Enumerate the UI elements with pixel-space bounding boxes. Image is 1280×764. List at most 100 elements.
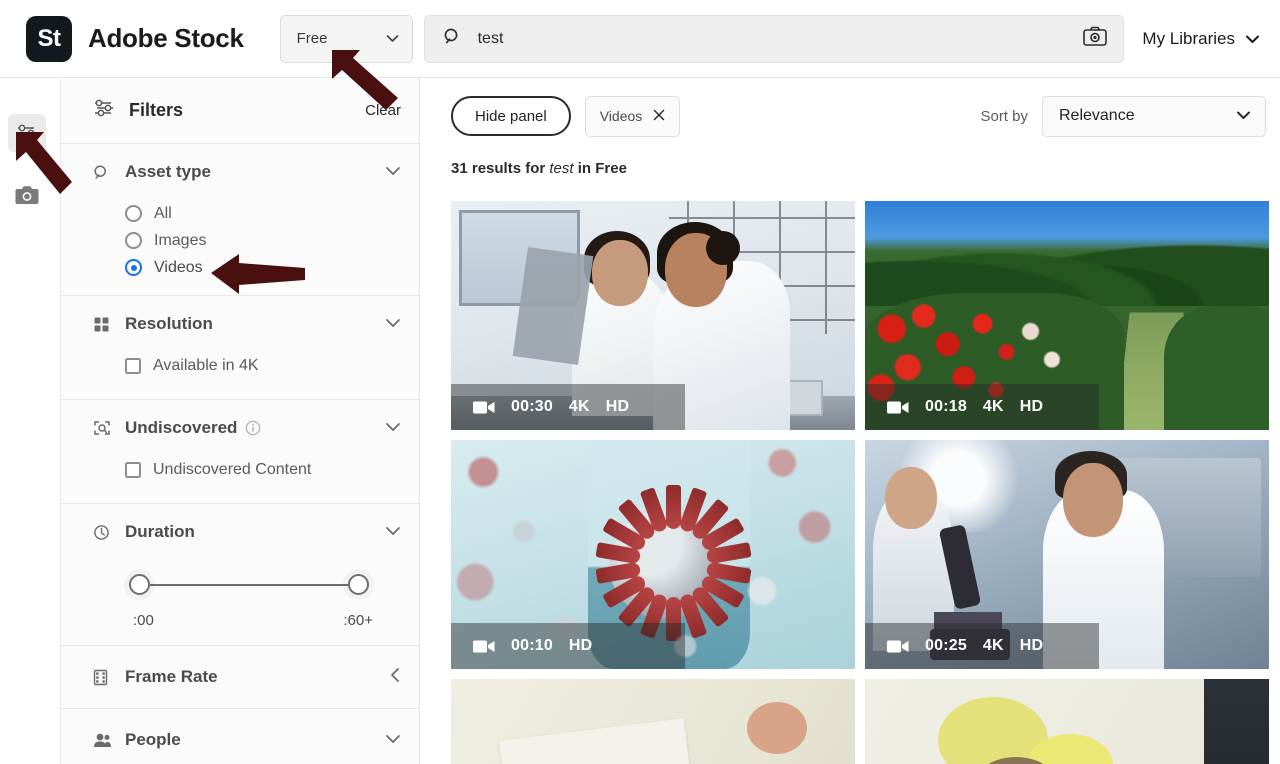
video-badge-strip: 00:30 4K HD xyxy=(451,384,686,430)
camera-search-icon[interactable] xyxy=(1082,26,1107,52)
result-card[interactable]: 00:30 4K HD xyxy=(451,201,855,430)
slider-handle-max[interactable] xyxy=(348,574,369,595)
filter-group-undiscovered: Undiscovered Undiscovered Content xyxy=(61,400,419,504)
rail-filters-button[interactable] xyxy=(8,114,46,152)
video-camera-icon xyxy=(473,639,495,654)
sort-by-label: Sort by xyxy=(980,107,1028,125)
sliders-icon xyxy=(93,98,115,123)
results-count-query: test xyxy=(549,160,574,177)
filter-group-duration: Duration :00 :60+ xyxy=(61,504,419,646)
result-card[interactable]: 00:18 4K HD xyxy=(865,201,1269,430)
film-icon xyxy=(93,669,115,686)
filters-panel-title: Filters xyxy=(129,100,184,120)
radio-asset-type-videos[interactable]: Videos xyxy=(125,254,401,281)
video-badge-hd: HD xyxy=(1019,398,1044,415)
sliders-icon xyxy=(18,124,36,142)
sort-control: Sort by Relevance xyxy=(980,95,1266,137)
result-card[interactable] xyxy=(865,679,1269,764)
thumbnail-image xyxy=(865,679,1269,764)
active-filter-chip-videos[interactable]: Videos xyxy=(584,95,681,137)
radio-label: Images xyxy=(154,231,207,249)
filter-group-resolution: Resolution Available in 4K xyxy=(61,296,419,400)
results-count: 31 results for test in Free xyxy=(421,154,1280,177)
filter-group-resolution-header[interactable]: Resolution xyxy=(93,296,401,352)
chevron-down-icon xyxy=(385,731,401,749)
hide-panel-button[interactable]: Hide panel xyxy=(451,96,571,136)
filter-group-asset-type: Asset type All Images Videos xyxy=(61,144,419,296)
chevron-down-icon xyxy=(385,523,401,541)
results-area: Hide panel Videos Sort by Relevance 31 r… xyxy=(421,78,1280,764)
chevron-down-icon xyxy=(385,163,401,181)
radio-indicator xyxy=(125,205,142,222)
my-libraries-menu[interactable]: My Libraries xyxy=(1142,29,1260,49)
filter-group-frame-rate: Frame Rate xyxy=(61,646,419,709)
license-filter-dropdown[interactable]: Free xyxy=(279,14,413,63)
search-box-icon xyxy=(93,420,115,437)
result-card[interactable]: 00:10 HD xyxy=(451,440,855,669)
slider-handle-min[interactable] xyxy=(129,574,150,595)
filter-group-label: People xyxy=(125,730,181,749)
license-filter-value: Free xyxy=(296,30,328,47)
result-card[interactable] xyxy=(451,679,855,764)
clear-filters-link[interactable]: Clear xyxy=(365,102,401,119)
video-badge-strip: 00:10 HD xyxy=(451,623,686,669)
left-icon-rail xyxy=(0,78,60,764)
clock-icon xyxy=(93,524,115,541)
search-input[interactable]: test xyxy=(478,30,1083,48)
checkbox-available-in-4k[interactable]: Available in 4K xyxy=(125,352,401,379)
filter-group-label: Frame Rate xyxy=(125,667,218,686)
thumbnail-image xyxy=(451,679,855,764)
video-camera-icon xyxy=(473,400,495,415)
filter-group-asset-type-header[interactable]: Asset type xyxy=(93,144,401,200)
filter-group-label: Resolution xyxy=(125,314,213,333)
video-duration: 00:30 xyxy=(511,398,553,415)
video-badge-hd: HD xyxy=(568,637,593,654)
duration-range-slider[interactable]: :00 :60+ xyxy=(93,560,401,629)
video-badge-hd: HD xyxy=(1019,637,1044,654)
top-header: St Adobe Stock Free test My Libraries xyxy=(0,0,1280,78)
duration-min-label: :00 xyxy=(133,612,154,629)
close-icon[interactable] xyxy=(653,108,665,124)
chevron-down-icon xyxy=(1236,107,1251,125)
radio-label: Videos xyxy=(154,258,203,276)
filter-group-frame-rate-header[interactable]: Frame Rate xyxy=(93,646,401,708)
radio-asset-type-all[interactable]: All xyxy=(125,200,401,227)
chip-label: Videos xyxy=(599,108,643,124)
slider-track[interactable] xyxy=(129,570,369,600)
radio-label: All xyxy=(154,204,172,222)
camera-icon xyxy=(15,186,39,204)
filter-group-duration-header[interactable]: Duration xyxy=(93,504,401,560)
filter-group-label: Undiscovered xyxy=(125,418,238,437)
sort-by-value: Relevance xyxy=(1059,107,1135,124)
video-badge-strip: 00:25 4K HD xyxy=(865,623,1100,669)
sort-by-dropdown[interactable]: Relevance xyxy=(1042,95,1266,137)
video-badge-hd: HD xyxy=(605,398,630,415)
checkbox-indicator xyxy=(125,357,141,374)
checkbox-undiscovered-content[interactable]: Undiscovered Content xyxy=(125,456,401,483)
checkbox-label: Available in 4K xyxy=(153,356,259,374)
search-bar[interactable]: test xyxy=(423,14,1124,63)
radio-indicator-selected xyxy=(125,259,142,276)
duration-max-label: :60+ xyxy=(343,612,373,629)
result-card[interactable]: 00:25 4K HD xyxy=(865,440,1269,669)
filters-panel-header: Filters Clear xyxy=(61,78,419,144)
video-badge-4k: 4K xyxy=(568,398,590,415)
results-grid: 00:30 4K HD 00:18 4K HD 00:10 HD 00:25 4… xyxy=(421,201,1280,764)
rail-camera-button[interactable] xyxy=(8,176,46,214)
checkbox-indicator xyxy=(125,461,141,478)
results-toolbar: Hide panel Videos Sort by Relevance xyxy=(421,78,1280,154)
radio-indicator xyxy=(125,232,142,249)
info-icon[interactable] xyxy=(245,420,261,436)
search-icon xyxy=(443,27,462,51)
chevron-down-icon xyxy=(385,315,401,333)
grid-icon xyxy=(93,316,115,333)
filter-group-label: Asset type xyxy=(125,162,211,181)
radio-asset-type-images[interactable]: Images xyxy=(125,227,401,254)
filter-group-undiscovered-header[interactable]: Undiscovered xyxy=(93,400,401,456)
filter-group-people-header[interactable]: People xyxy=(93,709,401,764)
brand-logo-area[interactable]: St Adobe Stock xyxy=(26,15,244,62)
chevron-down-icon xyxy=(386,30,399,47)
video-badge-4k: 4K xyxy=(982,637,1004,654)
results-count-suffix: in Free xyxy=(577,160,627,177)
chevron-down-icon xyxy=(385,419,401,437)
